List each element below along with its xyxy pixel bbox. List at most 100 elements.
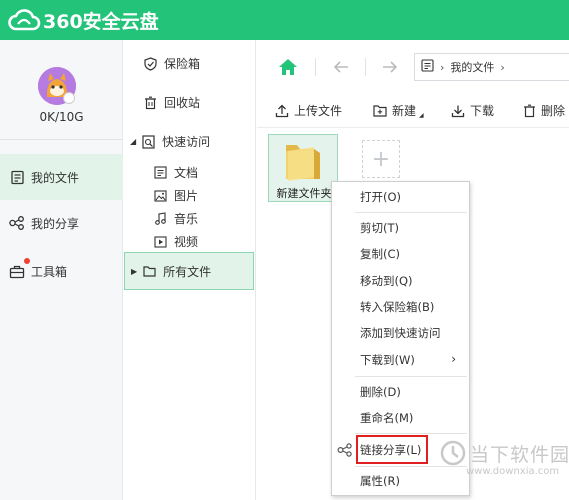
file-tile-folder[interactable]: 新建文件夹: [268, 134, 338, 202]
folder-icon: [286, 145, 320, 181]
navigation-bar: › 我的文件 ›: [257, 40, 569, 94]
sidebar-item-label: 我的文件: [31, 170, 80, 185]
tree-item-quick-access[interactable]: ◢ 快速访问: [130, 133, 210, 150]
upload-label: 上传文件: [294, 104, 343, 118]
watermark-text: 当下软件园: [470, 444, 569, 466]
storage-quota: 0K/10G: [39, 110, 84, 124]
tree-item-label: 音乐: [174, 212, 199, 226]
share-icon: [337, 443, 352, 457]
left-sidebar: 0K/10G 我的文件 我的分享 工具箱: [0, 40, 123, 500]
sidebar-item-my-shares[interactable]: 我的分享: [0, 200, 123, 246]
highlight-annotation: [356, 435, 428, 464]
upload-icon: [275, 104, 289, 118]
sidebar-item-toolbox[interactable]: 工具箱: [0, 248, 123, 294]
arrow-left-icon: [333, 61, 348, 73]
title-bar: 360安全云盘: [0, 0, 569, 40]
app-logo: 360安全云盘: [7, 7, 159, 34]
notification-dot: [24, 258, 30, 264]
tree-item-recycle-bin[interactable]: 回收站: [143, 94, 200, 111]
video-icon: [153, 235, 167, 249]
tree-item-label: 快速访问: [162, 135, 211, 149]
menu-item-move-to[interactable]: 移动到(Q): [331, 268, 468, 294]
menu-item-label: 重命名(M): [360, 411, 414, 425]
trash-icon: [143, 96, 157, 110]
divider: [315, 58, 316, 76]
arrow-right-icon: [383, 61, 398, 73]
breadcrumb-item[interactable]: 我的文件: [450, 59, 494, 75]
new-button[interactable]: 新建 ◢: [373, 102, 424, 119]
menu-item-label: 打开(O): [360, 190, 402, 204]
breadcrumb-chevron-icon: ›: [500, 60, 505, 74]
menu-item-label: 添加到快速访问: [360, 326, 441, 340]
menu-item-label: 复制(C): [360, 247, 401, 261]
menu-item-label: 属性(R): [360, 474, 400, 488]
tree-item-documents[interactable]: 文档: [153, 164, 198, 181]
app-title: 360安全云盘: [43, 10, 159, 33]
menu-item-label: 剪切(T): [360, 221, 399, 235]
menu-item-rename[interactable]: 重命名(M): [331, 405, 468, 431]
tree-item-safe[interactable]: 保险箱: [143, 55, 200, 72]
watermark: 当下软件园 www.downxia.com: [438, 436, 569, 500]
sidebar-item-label: 工具箱: [31, 264, 68, 279]
tree-item-videos[interactable]: 视频: [153, 233, 198, 250]
toolbar: 上传文件 新建 ◢ 下载 删除: [257, 94, 569, 128]
watermark-logo-icon: [440, 440, 466, 466]
back-button[interactable]: [330, 56, 352, 78]
tree-item-label: 文档: [174, 166, 199, 180]
tree-item-label: 视频: [174, 235, 199, 249]
collapse-caret-icon[interactable]: ▶: [131, 267, 137, 276]
menu-item-label: 转入保险箱(B): [360, 300, 435, 314]
upload-button[interactable]: 上传文件: [275, 102, 342, 119]
menu-item-cut[interactable]: 剪切(T): [331, 215, 468, 241]
delete-button[interactable]: 删除: [522, 102, 565, 119]
expand-caret-icon[interactable]: ◢: [130, 137, 136, 146]
menu-item-add-quick-access[interactable]: 添加到快速访问: [331, 320, 468, 346]
shield-icon: [143, 56, 157, 71]
share-icon: [9, 215, 25, 231]
download-icon: [451, 104, 465, 118]
menu-item-open[interactable]: 打开(O): [331, 184, 468, 210]
home-button[interactable]: [277, 56, 299, 78]
watermark-url: www.downxia.com: [466, 466, 560, 477]
sidebar-item-label: 我的分享: [31, 216, 80, 231]
folder-icon: [142, 264, 156, 278]
menu-separator: [355, 212, 467, 213]
menu-separator: [355, 433, 467, 434]
forward-button[interactable]: [379, 56, 401, 78]
tree-item-all-files[interactable]: ▶ 所有文件: [124, 252, 254, 290]
file-name: 新建文件夹: [276, 187, 332, 200]
add-file-button[interactable]: +: [362, 140, 400, 178]
sidebar-item-my-files[interactable]: 我的文件: [0, 154, 123, 200]
menu-item-label: 下载到(W): [360, 353, 415, 367]
breadcrumb[interactable]: › 我的文件 ›: [414, 53, 569, 81]
home-icon: [279, 59, 297, 75]
menu-item-label: 移动到(Q): [360, 274, 413, 288]
new-label: 新建: [392, 104, 417, 118]
cloud-logo-icon: [8, 9, 41, 31]
menu-item-copy[interactable]: 复制(C): [331, 241, 468, 267]
tree-item-images[interactable]: 图片: [153, 187, 198, 204]
vip-badge-icon: [63, 92, 75, 104]
tree-item-label: 图片: [174, 189, 199, 203]
submenu-chevron-icon: ›: [451, 352, 456, 366]
download-label: 下载: [470, 104, 495, 118]
toolbox-icon: [9, 263, 25, 279]
tree-item-label: 回收站: [164, 96, 201, 110]
document-icon: [153, 166, 167, 180]
file-icon: [9, 169, 25, 185]
tree-item-label: 所有文件: [163, 264, 212, 279]
menu-item-download-to[interactable]: 下载到(W) ›: [331, 347, 468, 373]
menu-item-label: 删除(D): [360, 385, 401, 399]
quick-access-icon: [141, 134, 155, 149]
dropdown-corner-icon: ◢: [419, 111, 424, 119]
delete-label: 删除: [541, 104, 566, 118]
divider: [365, 58, 366, 76]
menu-item-move-to-safe[interactable]: 转入保险箱(B): [331, 294, 468, 320]
menu-item-delete[interactable]: 删除(D): [331, 379, 468, 405]
divider: [0, 139, 123, 140]
download-button[interactable]: 下载: [451, 102, 494, 119]
tree-item-label: 保险箱: [164, 57, 201, 71]
tree-item-music[interactable]: 音乐: [153, 210, 198, 227]
new-folder-icon: [373, 104, 387, 118]
menu-separator: [355, 376, 467, 377]
